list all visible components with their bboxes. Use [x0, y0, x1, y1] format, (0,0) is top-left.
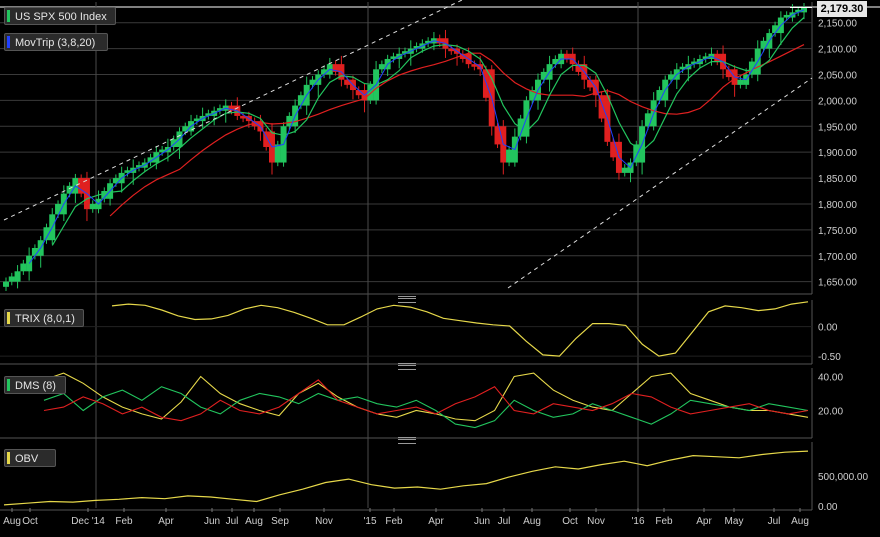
candle-body [737, 79, 744, 85]
price-y-tick-label: 1,700.00 [818, 252, 857, 263]
x-axis-tick-label: Oct [22, 516, 38, 527]
series-label-obv[interactable]: OBV [4, 449, 56, 467]
panel-resize-handle-2[interactable] [398, 363, 416, 370]
price-y-tick-label: 1,650.00 [818, 278, 857, 289]
candle-body [20, 263, 27, 272]
x-axis-tick-label: Jul [768, 516, 781, 527]
candle-body [783, 14, 790, 18]
ma-swatch [7, 36, 10, 48]
candle-body [506, 149, 513, 163]
candle-body [725, 69, 732, 78]
x-axis-tick-label: Jun [204, 516, 220, 527]
x-axis-tick-label: Aug [245, 516, 263, 527]
candle-body [3, 281, 9, 287]
series-label-trix[interactable]: TRIX (8,0,1) [4, 309, 84, 327]
obv-line [3, 450, 809, 506]
price-swatch [7, 10, 10, 22]
candle-body [378, 64, 385, 70]
candle-body [772, 25, 779, 34]
lower-trend-line [507, 77, 813, 289]
x-axis-tick-label: '16 [631, 516, 644, 527]
dms-label-text: DMS (8) [15, 380, 56, 392]
obv-y-tick-label: 0.00 [818, 502, 838, 513]
x-axis-tick-label: '15 [363, 516, 376, 527]
panel-resize-handle-3[interactable] [398, 437, 416, 444]
candle-body [621, 167, 628, 173]
series-label-price[interactable]: US SPX 500 Index [4, 7, 116, 25]
x-axis-tick-label: Sep [271, 516, 289, 527]
candle-body [55, 203, 62, 215]
x-axis-tick-label: Aug [791, 516, 809, 527]
price-y-tick-label: 1,800.00 [818, 200, 857, 211]
ma-20-line [109, 44, 805, 217]
price-y-tick-label: 1,900.00 [818, 148, 857, 159]
obv-swatch [7, 452, 10, 464]
ma-label-text: MovTrip (3,8,20) [15, 37, 96, 49]
candle-body [297, 95, 304, 106]
x-axis-tick-label: Feb [385, 516, 403, 527]
dms-y-tick-label: 40.00 [818, 373, 843, 384]
candle-body [656, 90, 663, 101]
candle-body [355, 90, 362, 96]
price-y-tick-label: 1,850.00 [818, 174, 857, 185]
obv-y-tick-label: 500,000.00 [818, 472, 868, 483]
x-axis-tick-label: Nov [315, 516, 333, 527]
x-axis-tick-label: Jul [498, 516, 511, 527]
trix-y-tick-label: -0.50 [818, 352, 841, 363]
dms-y-tick-label: 20.00 [818, 407, 843, 418]
x-axis-tick-label: Apr [158, 516, 174, 527]
price-y-tick-label: 1,950.00 [818, 122, 857, 133]
price-y-tick-label: 1,750.00 [818, 226, 857, 237]
chart-window: { "panels": { "price": {"label": "US SPX… [0, 0, 880, 532]
candle-body [563, 53, 570, 59]
price-y-tick-label: 2,100.00 [818, 45, 857, 56]
x-axis-tick-label: Oct [562, 516, 578, 527]
series-label-ma[interactable]: MovTrip (3,8,20) [4, 33, 108, 51]
candle-body [89, 203, 96, 210]
x-axis-tick-label: Aug [523, 516, 541, 527]
price-y-tick-label: 2,050.00 [818, 71, 857, 82]
trix-y-tick-label: 0.00 [818, 323, 838, 334]
x-axis-tick-label: Nov [587, 516, 605, 527]
trix-swatch [7, 312, 10, 324]
x-axis-tick-label: Feb [655, 516, 673, 527]
x-axis-tick-label: Apr [428, 516, 444, 527]
x-axis-tick-label: May [725, 516, 744, 527]
candle-body [8, 276, 15, 282]
x-axis-tick-label: Jun [474, 516, 490, 527]
ma-8-line [51, 17, 805, 246]
trix-label-text: TRIX (8,0,1) [15, 313, 75, 325]
candle-body [31, 247, 38, 256]
candle-body [587, 79, 594, 88]
x-axis-tick-label: Apr [696, 516, 712, 527]
x-axis-tick-label: Feb [115, 516, 133, 527]
price-label-text: US SPX 500 Index [15, 11, 107, 23]
dms-line [43, 386, 809, 429]
candle-body [274, 144, 281, 163]
candle-body [321, 69, 328, 75]
dms-swatch [7, 379, 10, 391]
obv-label-text: OBV [15, 453, 39, 465]
price-y-tick-label: 2,000.00 [818, 96, 857, 107]
panel-resize-handle-1[interactable] [398, 296, 416, 303]
price-y-tick-label: 2,150.00 [818, 19, 857, 30]
candle-body [14, 271, 21, 282]
last-price-label: 2,179.30 [817, 1, 867, 17]
series-label-dms[interactable]: DMS (8) [4, 376, 66, 394]
candle-body [367, 84, 374, 101]
chart-svg: 1,650.00 1,700.00 1,750.00 1,800.00 1,850.00… [0, 0, 880, 527]
trix-line [111, 301, 809, 357]
x-axis-tick-label: Jul [226, 516, 239, 527]
x-axis-tick-label: Dec '14 [71, 516, 105, 527]
x-axis-tick-label: Aug [3, 516, 21, 527]
